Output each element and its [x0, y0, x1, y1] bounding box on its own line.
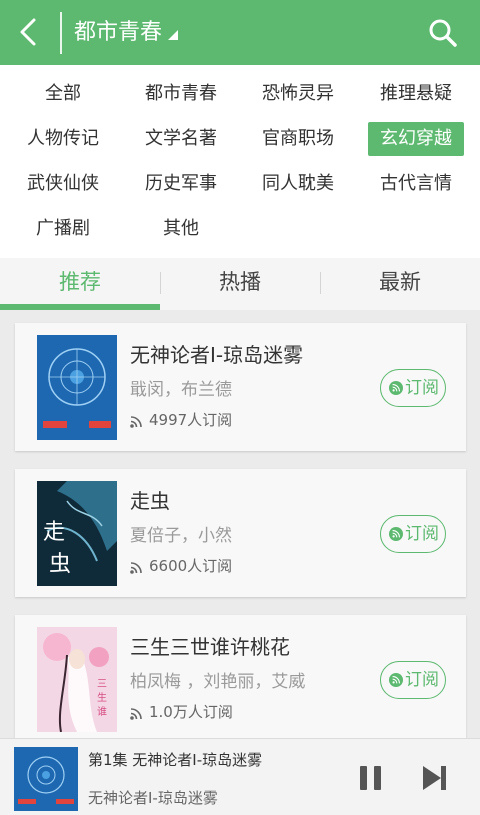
category-ancient-romance[interactable]: 古代言情: [368, 167, 464, 201]
category-radio-drama[interactable]: 广播剧: [15, 212, 111, 246]
category-wuxia[interactable]: 武侠仙侠: [15, 167, 111, 201]
category-other[interactable]: 其他: [133, 212, 229, 246]
subscribers-icon: [130, 562, 142, 574]
subscribers-icon: [130, 708, 142, 720]
book-author: 柏凤梅 ，刘艳丽，艾威: [130, 672, 306, 692]
category-title-dropdown[interactable]: 都市青春: [74, 18, 162, 48]
divider: [60, 12, 62, 54]
book-author: 夏倍子，小然: [130, 526, 232, 546]
category-business[interactable]: 官商职场: [250, 122, 346, 156]
category-horror[interactable]: 恐怖灵异: [250, 77, 346, 111]
book-title: 无神论者Ⅰ-琼岛迷雾: [130, 343, 304, 367]
mini-player[interactable]: 第1集 无神论者Ⅰ-琼岛迷雾 无神论者Ⅰ-琼岛迷雾: [0, 738, 480, 815]
book-card[interactable]: 三 生 谁 三生三世谁许桃花 柏凤梅 ，刘艳丽，艾威 1.0万人订阅 订阅: [15, 615, 466, 743]
book-card[interactable]: 无神论者Ⅰ-琼岛迷雾 戢闵，布兰德 4997人订阅 订阅: [15, 323, 466, 451]
category-mystery[interactable]: 推理悬疑: [368, 77, 464, 111]
subscribe-button[interactable]: 订阅: [380, 661, 446, 699]
subscribe-icon: [389, 381, 403, 395]
subscribe-label: 订阅: [405, 670, 439, 690]
tab-latest[interactable]: 最新: [320, 258, 480, 310]
book-cover-image: 三 生 谁: [37, 627, 117, 732]
tab-hot[interactable]: 热播: [160, 258, 320, 310]
subscriber-count: 6600人订阅: [149, 557, 233, 575]
category-history[interactable]: 历史军事: [133, 167, 229, 201]
book-author: 戢闵，布兰德: [130, 380, 232, 400]
subscribers-icon: [130, 416, 142, 428]
search-icon[interactable]: [425, 15, 461, 51]
subscribe-button[interactable]: 订阅: [380, 515, 446, 553]
svg-text:走: 走: [43, 520, 65, 545]
top-bar: 都市青春: [0, 0, 480, 65]
category-classics[interactable]: 文学名著: [133, 122, 229, 156]
subscribe-icon: [389, 673, 403, 687]
tab-bar: 推荐 热播 最新: [0, 258, 480, 310]
book-card[interactable]: 走 虫 走虫 夏倍子，小然 6600人订阅 订阅: [15, 469, 466, 597]
svg-text:生: 生: [97, 691, 107, 704]
dropdown-caret-icon[interactable]: [168, 30, 178, 40]
category-all[interactable]: 全部: [15, 77, 111, 111]
subscriber-count: 4997人订阅: [149, 411, 233, 429]
book-title: 三生三世谁许桃花: [130, 635, 290, 659]
now-playing-cover-image: [14, 747, 78, 811]
tab-recommended[interactable]: 推荐: [0, 258, 160, 310]
category-urban-youth[interactable]: 都市青春: [133, 77, 229, 111]
subscribe-label: 订阅: [405, 378, 439, 398]
category-fantasy[interactable]: 玄幻穿越: [368, 122, 464, 156]
now-playing-album: 无神论者Ⅰ-琼岛迷雾: [88, 789, 218, 807]
book-title: 走虫: [130, 489, 170, 513]
subscribe-icon: [389, 527, 403, 541]
back-arrow-icon[interactable]: [10, 12, 50, 52]
category-grid: 全部 都市青春 恐怖灵异 推理悬疑 人物传记 文学名著 官商职场 玄幻穿越 武侠…: [0, 65, 480, 258]
category-biography[interactable]: 人物传记: [15, 122, 111, 156]
subscriber-count: 1.0万人订阅: [149, 703, 233, 721]
next-track-icon[interactable]: [420, 763, 450, 793]
svg-text:谁: 谁: [97, 706, 107, 718]
now-playing-episode: 第1集 无神论者Ⅰ-琼岛迷雾: [88, 751, 263, 769]
subscribe-button[interactable]: 订阅: [380, 369, 446, 407]
book-cover-image: [37, 335, 117, 440]
subscribe-label: 订阅: [405, 524, 439, 544]
category-fanfic[interactable]: 同人耽美: [250, 167, 346, 201]
svg-text:虫: 虫: [49, 552, 71, 577]
book-cover-image: 走 虫: [37, 481, 117, 586]
svg-text:三: 三: [97, 679, 107, 690]
pause-icon[interactable]: [356, 763, 386, 793]
active-tab-indicator: [0, 304, 160, 310]
